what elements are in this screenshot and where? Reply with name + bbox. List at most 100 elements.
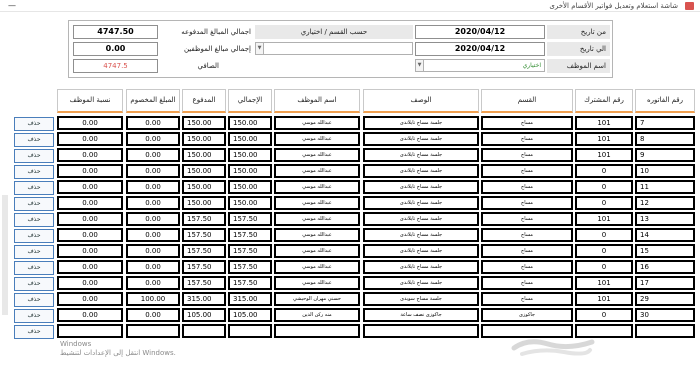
- cell-invoice-no[interactable]: 13: [635, 212, 695, 226]
- table-row[interactable]: 0.00 0.00 157.50 157.50 عبدالله موسي جلس…: [57, 244, 695, 260]
- cell-subscriber[interactable]: 101: [575, 116, 633, 130]
- cell-total[interactable]: 157.50: [228, 212, 272, 226]
- cell-invoice-no[interactable]: 9: [635, 148, 695, 162]
- cell-emp-percent[interactable]: 0.00: [57, 244, 123, 258]
- cell-employee[interactable]: [274, 324, 360, 338]
- from-date-field[interactable]: 2020/04/12: [415, 25, 545, 39]
- cell-description[interactable]: جلسة مساج تايلاندى: [363, 180, 479, 194]
- cell-paid[interactable]: 315.00: [182, 292, 226, 306]
- cell-section[interactable]: مساج: [481, 244, 573, 258]
- delete-button[interactable]: حذف: [14, 229, 54, 243]
- cell-employee[interactable]: عبدالله موسي: [274, 228, 360, 242]
- cell-invoice-no[interactable]: 8: [635, 132, 695, 146]
- cell-discount[interactable]: 0.00: [126, 276, 180, 290]
- cell-invoice-no[interactable]: 15: [635, 244, 695, 258]
- cell-paid[interactable]: 150.00: [182, 196, 226, 210]
- cell-total[interactable]: 150.00: [228, 148, 272, 162]
- cell-discount[interactable]: 0.00: [126, 196, 180, 210]
- cell-paid[interactable]: 105.00: [182, 308, 226, 322]
- cell-discount[interactable]: 0.00: [126, 132, 180, 146]
- cell-discount[interactable]: 0.00: [126, 116, 180, 130]
- cell-employee[interactable]: حسني مهران الوحيشي: [274, 292, 360, 306]
- delete-button[interactable]: حذف: [14, 213, 54, 227]
- cell-employee[interactable]: عبدالله موسي: [274, 148, 360, 162]
- cell-section[interactable]: مساج: [481, 212, 573, 226]
- cell-discount[interactable]: 0.00: [126, 164, 180, 178]
- col-employee[interactable]: اسم الموظف: [274, 89, 360, 113]
- cell-description[interactable]: جلسة مساج تايلاندى: [363, 260, 479, 274]
- cell-invoice-no[interactable]: 12: [635, 196, 695, 210]
- col-emp-percent[interactable]: نسبة الموظف: [57, 89, 123, 113]
- cell-emp-percent[interactable]: 0.00: [57, 132, 123, 146]
- table-row[interactable]: 0.00 0.00 157.50 157.50 عبدالله موسي جلس…: [57, 228, 695, 244]
- cell-description[interactable]: جلسة مساج تايلاندى: [363, 132, 479, 146]
- minimize-button[interactable]: —: [8, 1, 16, 11]
- cell-description[interactable]: جلسة مساج تايلاندى: [363, 228, 479, 242]
- cell-subscriber[interactable]: 0: [575, 196, 633, 210]
- cell-invoice-no[interactable]: 7: [635, 116, 695, 130]
- cell-emp-percent[interactable]: 0.00: [57, 116, 123, 130]
- col-section[interactable]: القسم: [481, 89, 573, 113]
- cell-invoice-no[interactable]: 29: [635, 292, 695, 306]
- delete-button[interactable]: حذف: [14, 165, 54, 179]
- cell-total[interactable]: 150.00: [228, 196, 272, 210]
- delete-button[interactable]: حذف: [14, 261, 54, 275]
- cell-section[interactable]: مساج: [481, 164, 573, 178]
- cell-emp-percent[interactable]: 0.00: [57, 212, 123, 226]
- cell-emp-percent[interactable]: 0.00: [57, 292, 123, 306]
- cell-subscriber[interactable]: 101: [575, 276, 633, 290]
- cell-description[interactable]: جلسة مساج تايلاندى: [363, 196, 479, 210]
- employee-combo-2[interactable]: ▼: [255, 42, 413, 55]
- col-invoice-no[interactable]: رقم الفاتوره: [635, 89, 695, 113]
- table-row[interactable]: 0.00 0.00 150.00 150.00 عبدالله موسي جلس…: [57, 180, 695, 196]
- cell-section[interactable]: جاكوزى: [481, 308, 573, 322]
- cell-invoice-no[interactable]: 17: [635, 276, 695, 290]
- cell-subscriber[interactable]: 0: [575, 180, 633, 194]
- cell-employee[interactable]: عبدالله موسي: [274, 180, 360, 194]
- chevron-down-icon[interactable]: ▼: [256, 43, 264, 54]
- delete-button[interactable]: حذف: [14, 181, 54, 195]
- cell-paid[interactable]: 150.00: [182, 180, 226, 194]
- table-row[interactable]: 0.00 0.00 157.50 157.50 عبدالله موسي جلس…: [57, 276, 695, 292]
- col-description[interactable]: الوصف: [363, 89, 479, 113]
- cell-description[interactable]: جلسة مساج تايلاندى: [363, 164, 479, 178]
- cell-total[interactable]: 315.00: [228, 292, 272, 306]
- cell-employee[interactable]: عبدالله موسي: [274, 196, 360, 210]
- cell-employee[interactable]: عبدالله موسي: [274, 212, 360, 226]
- cell-employee[interactable]: عبدالله موسي: [274, 164, 360, 178]
- cell-invoice-no[interactable]: 10: [635, 164, 695, 178]
- cell-description[interactable]: جاكوزى نصف ساعة: [363, 308, 479, 322]
- cell-section[interactable]: مساج: [481, 276, 573, 290]
- delete-button[interactable]: حذف: [14, 149, 54, 163]
- cell-discount[interactable]: 0.00: [126, 260, 180, 274]
- cell-subscriber[interactable]: 0: [575, 228, 633, 242]
- cell-paid[interactable]: 157.50: [182, 276, 226, 290]
- delete-button[interactable]: حذف: [14, 325, 54, 339]
- delete-button[interactable]: حذف: [14, 309, 54, 323]
- delete-button[interactable]: حذف: [14, 293, 54, 307]
- cell-employee[interactable]: عبدالله موسي: [274, 244, 360, 258]
- table-row[interactable]: 0.00 0.00 157.50 157.50 عبدالله موسي جلس…: [57, 260, 695, 276]
- cell-total[interactable]: 157.50: [228, 276, 272, 290]
- cell-invoice-no[interactable]: 16: [635, 260, 695, 274]
- cell-emp-percent[interactable]: 0.00: [57, 276, 123, 290]
- cell-section[interactable]: مساج: [481, 196, 573, 210]
- cell-invoice-no[interactable]: 30: [635, 308, 695, 322]
- cell-subscriber[interactable]: 0: [575, 164, 633, 178]
- cell-total[interactable]: 150.00: [228, 132, 272, 146]
- cell-employee[interactable]: عبدالله موسي: [274, 132, 360, 146]
- cell-discount[interactable]: 100.00: [126, 292, 180, 306]
- cell-invoice-no[interactable]: 11: [635, 180, 695, 194]
- cell-section[interactable]: مساج: [481, 228, 573, 242]
- cell-total[interactable]: [228, 324, 272, 338]
- cell-total[interactable]: 157.50: [228, 244, 272, 258]
- cell-paid[interactable]: 150.00: [182, 164, 226, 178]
- employee-combo[interactable]: ▼ اختياري: [415, 59, 545, 72]
- cell-emp-percent[interactable]: 0.00: [57, 148, 123, 162]
- vertical-scrollbar[interactable]: [2, 195, 8, 315]
- cell-total[interactable]: 150.00: [228, 180, 272, 194]
- cell-description[interactable]: جلسة مساج تايلاندى: [363, 148, 479, 162]
- cell-discount[interactable]: 0.00: [126, 212, 180, 226]
- cell-subscriber[interactable]: 101: [575, 212, 633, 226]
- delete-button[interactable]: حذف: [14, 197, 54, 211]
